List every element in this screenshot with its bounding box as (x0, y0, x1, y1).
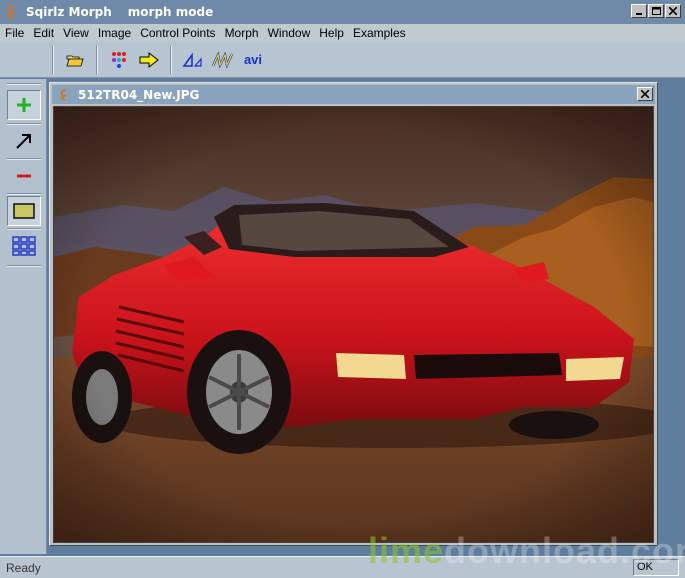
image-window-title: 512TR04_New.JPG (78, 87, 200, 102)
title-bar: Sqirlz Morph morph mode (0, 0, 685, 24)
menu-bar: File Edit View Image Control Points Morp… (0, 24, 685, 42)
car-photo[interactable] (53, 106, 654, 543)
toolbar-separator (170, 44, 172, 75)
palette-separator (7, 158, 41, 160)
menu-window[interactable]: Window (268, 26, 311, 40)
menu-view[interactable]: View (63, 26, 89, 40)
close-icon[interactable] (665, 4, 681, 18)
minimize-icon[interactable] (631, 4, 647, 18)
squirrel-app-icon[interactable] (4, 4, 20, 20)
close-icon[interactable] (637, 87, 653, 101)
triangle-delta-icon[interactable] (178, 46, 208, 74)
app-title: Sqirlz Morph (26, 5, 112, 19)
image-window-title-bar[interactable]: 512TR04_New.JPG (52, 85, 655, 104)
mode-label: morph mode (127, 5, 214, 19)
tool-palette (0, 79, 47, 554)
watermark-domain: download.com (444, 530, 685, 571)
palette-separator (7, 193, 41, 195)
menu-morph[interactable]: Morph (225, 26, 259, 40)
palette-separator (7, 123, 41, 125)
menu-edit[interactable]: Edit (33, 26, 54, 40)
toolbar: avi (0, 42, 685, 78)
watermark: limedownload.com (368, 530, 685, 572)
rectangle-icon[interactable] (7, 196, 41, 226)
palette-separator (7, 265, 41, 267)
palette-separator (7, 83, 41, 85)
menu-help[interactable]: Help (319, 26, 344, 40)
window-controls (631, 4, 681, 18)
arrow-icon[interactable] (7, 126, 41, 156)
open-folder-icon[interactable] (60, 46, 90, 74)
watermark-lime: lime (368, 530, 445, 571)
menu-control-points[interactable]: Control Points (140, 26, 215, 40)
palette-separator (7, 228, 41, 230)
menu-examples[interactable]: Examples (353, 26, 406, 40)
menu-file[interactable]: File (5, 26, 24, 40)
colored-dots-icon[interactable] (104, 46, 134, 74)
grid-icon[interactable] (7, 231, 41, 261)
toolbar-separator (96, 44, 98, 75)
minus-icon[interactable] (7, 161, 41, 191)
avi-button[interactable]: avi (238, 46, 268, 74)
image-window: 512TR04_New.JPG (49, 82, 658, 546)
menu-image[interactable]: Image (98, 26, 131, 40)
status-text: Ready (6, 560, 41, 575)
app-window: Sqirlz Morph morph mode File Edit View I… (0, 0, 685, 578)
yellow-arrow-icon[interactable] (134, 46, 164, 74)
squirrel-doc-icon (56, 87, 72, 103)
yellow-zigzag-icon[interactable] (208, 46, 238, 74)
maximize-icon[interactable] (648, 4, 664, 18)
toolbar-separator (52, 44, 54, 75)
plus-icon[interactable] (7, 90, 41, 120)
